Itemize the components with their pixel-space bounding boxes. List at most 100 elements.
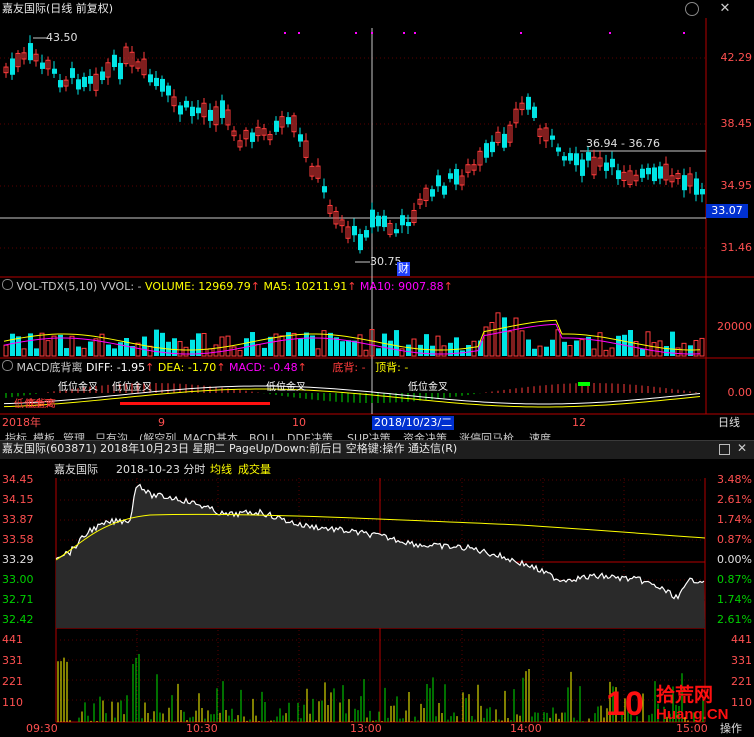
- popup-title: 嘉友国际(603871) 2018年10月23日 星期二 PageUp/Down…: [2, 442, 458, 455]
- volume-bar: [352, 340, 357, 356]
- candle-body: [640, 168, 645, 178]
- popup-close-icon[interactable]: ✕: [735, 441, 749, 455]
- volume-bar: [645, 331, 651, 357]
- candle-body: [28, 43, 33, 61]
- candle-body: [370, 209, 375, 228]
- maximize-button[interactable]: [719, 444, 730, 455]
- high-price-label: 43.50: [46, 31, 78, 44]
- golden-cross-marker: [578, 382, 590, 386]
- period-label[interactable]: 日线: [718, 416, 740, 430]
- intraday-price-tick: 33.58: [2, 533, 34, 546]
- macd-annotation-2: 低位金叉: [112, 382, 152, 393]
- candle-body: [694, 178, 699, 195]
- candle-body: [430, 189, 435, 197]
- volume-bar: [346, 340, 351, 356]
- candle-body: [100, 71, 105, 81]
- volume-bar: [526, 339, 531, 356]
- intraday-price-tick: 34.45: [2, 473, 34, 486]
- volume-tick: 20000: [717, 320, 752, 333]
- volume-bar: [291, 332, 297, 357]
- volume-bar: [315, 348, 321, 357]
- volume-bar: [603, 349, 609, 357]
- volume-bar: [16, 336, 21, 356]
- volume-bar: [616, 335, 621, 356]
- volume-bar: [51, 335, 57, 357]
- intraday-vol-tick: 441: [2, 633, 23, 646]
- volume-bar: [3, 344, 9, 357]
- volume-bar: [255, 344, 261, 357]
- dingbei-value: -: [404, 361, 409, 374]
- volume-bar: [430, 345, 435, 356]
- volume-bar: [411, 338, 417, 357]
- time-tick: 14:00: [510, 722, 542, 735]
- candle-body: [274, 120, 279, 132]
- volume-bar: [574, 340, 579, 356]
- volume-bar: [471, 340, 477, 357]
- candle-body: [526, 96, 531, 110]
- candle-body: [208, 109, 213, 121]
- date-tick-2: 9: [158, 416, 165, 429]
- volume-bar: [69, 335, 75, 357]
- candle-body: [616, 170, 621, 180]
- candle-body: [298, 134, 303, 142]
- macd-annotation-1: 低位金叉: [58, 382, 98, 393]
- volume-bar: [304, 332, 309, 356]
- intraday-pct-tick: 2.61%: [717, 613, 752, 626]
- bottom-divergence-tag: 底背离: [26, 399, 56, 410]
- volume-bar: [250, 332, 255, 356]
- volume-bar: [363, 349, 369, 357]
- volume-bar: [435, 335, 441, 357]
- candle-body: [448, 173, 453, 179]
- volume-bar: [406, 344, 411, 356]
- time-tick: 10:30: [186, 722, 218, 735]
- volume-bar: [64, 348, 69, 356]
- volume-bar: [495, 312, 501, 357]
- financial-report-marker[interactable]: 财: [397, 262, 410, 276]
- volume-bar: [93, 338, 99, 357]
- volume-indicator-name[interactable]: VOL-TDX(5,10): [17, 280, 98, 293]
- volume-bar: [81, 347, 87, 357]
- volume-label: 成交量: [238, 463, 271, 476]
- candle-body: [562, 156, 567, 161]
- price-tick-3: 34.95: [720, 179, 753, 192]
- volume-settings-icon[interactable]: [2, 279, 13, 290]
- candle-body: [58, 80, 63, 88]
- volume-bar: [183, 346, 189, 357]
- volume-bar: [418, 344, 423, 356]
- candle-body: [166, 85, 171, 96]
- divergence-marker: [120, 402, 270, 405]
- macd-indicator-name[interactable]: MACD底背离: [17, 361, 83, 374]
- intraday-pct-tick: 0.87%: [717, 533, 752, 546]
- macd-settings-icon[interactable]: [2, 360, 13, 371]
- candle-body: [394, 229, 399, 234]
- time-tick: 13:00: [350, 722, 382, 735]
- volume-bar: [519, 330, 525, 357]
- candle-body: [364, 230, 369, 238]
- volume-bar: [555, 329, 561, 357]
- volume-bar: [39, 332, 45, 357]
- candle-body: [502, 133, 507, 148]
- candle-body: [382, 215, 387, 228]
- volume-bar: [76, 346, 81, 356]
- price-tick-4: 31.46: [720, 241, 753, 254]
- intraday-pct-tick: 1.74%: [717, 593, 752, 606]
- candle-body: [586, 152, 591, 161]
- candle-body: [52, 68, 57, 74]
- volume-bar: [502, 317, 507, 356]
- volume-bar: [21, 348, 27, 357]
- date-tick-3: 10: [292, 416, 306, 429]
- candle-body: [532, 106, 537, 118]
- volume-bar: [562, 341, 567, 356]
- volume-bar: [507, 331, 513, 357]
- volume-bar: [609, 347, 615, 357]
- popup-stock-name: 嘉友国际: [54, 463, 98, 476]
- logo-chinese: 拾荒网: [656, 684, 714, 706]
- candle-body: [220, 100, 225, 118]
- avg-line-label: 均线: [210, 463, 232, 476]
- volume-bar: [231, 346, 237, 357]
- candle-body: [178, 105, 183, 115]
- candle-body: [322, 186, 327, 193]
- candle-body: [82, 76, 87, 88]
- macd-value: MACD: -0.48: [229, 361, 298, 374]
- cursor-date-badge: 2018/10/23/二: [372, 416, 455, 430]
